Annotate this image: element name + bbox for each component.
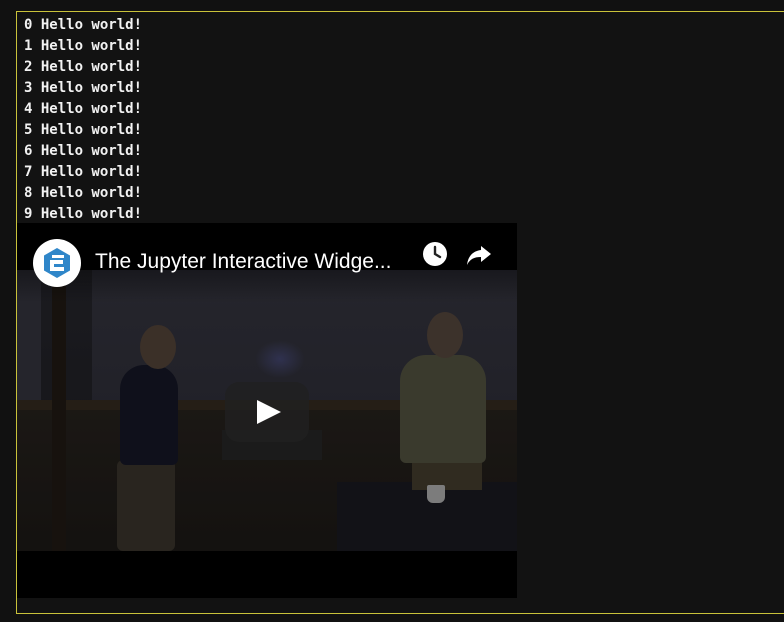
output-line: 0 Hello world!: [24, 17, 143, 33]
output-lines: 0 Hello world! 1 Hello world! 2 Hello wo…: [24, 15, 142, 225]
output-line: 5 Hello world!: [24, 122, 143, 138]
output-line: 1 Hello world!: [24, 38, 143, 54]
output-line: 8 Hello world!: [24, 185, 143, 201]
output-line: 2 Hello world!: [24, 59, 143, 75]
video-header: The Jupyter Interactive Widge...: [17, 223, 517, 303]
output-line: 7 Hello world!: [24, 164, 143, 180]
output-line: 9 Hello world!: [24, 206, 143, 222]
video-title[interactable]: The Jupyter Interactive Widge...: [95, 250, 413, 274]
clock-icon[interactable]: [421, 240, 449, 268]
output-line: 4 Hello world!: [24, 101, 143, 117]
output-line: 3 Hello world!: [24, 80, 143, 96]
share-arrow-icon[interactable]: [465, 241, 493, 269]
output-line: 6 Hello world!: [24, 143, 143, 159]
enthought-logo-icon[interactable]: [33, 239, 81, 287]
play-button[interactable]: [225, 382, 309, 442]
output-cell: 0 Hello world! 1 Hello world! 2 Hello wo…: [16, 11, 784, 614]
play-icon: [257, 400, 281, 424]
youtube-video-embed[interactable]: The Jupyter Interactive Widge...: [17, 223, 517, 598]
